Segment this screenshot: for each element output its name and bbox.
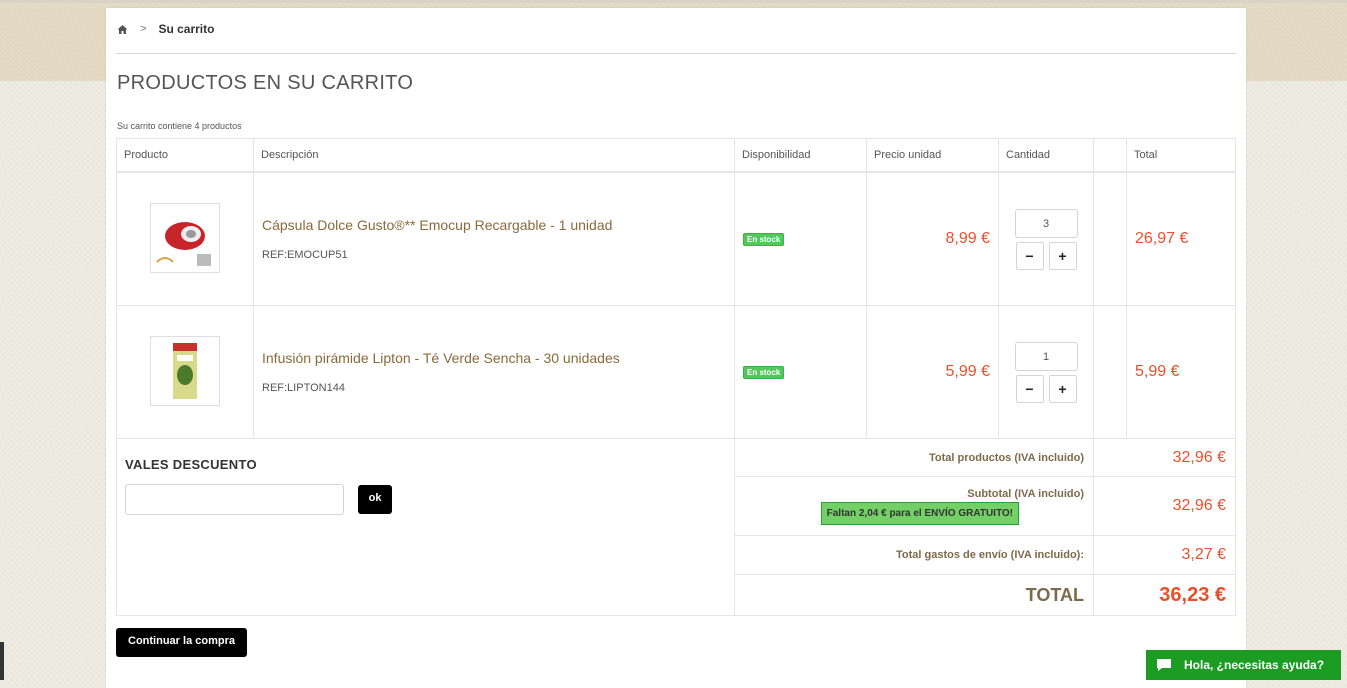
subtotal-value: 32,96 € — [1093, 476, 1236, 536]
product-image-lipton[interactable] — [150, 336, 220, 406]
subtotal-label: Subtotal (IVA incluido) — [967, 487, 1084, 500]
column-header-product: Producto — [116, 138, 254, 173]
quantity-decrease-button[interactable]: − — [1015, 241, 1044, 270]
breadcrumb: > Su carrito — [117, 22, 214, 36]
summary-row-products: VALES DESCUENTO ok Total productos (IVA … — [116, 438, 1236, 616]
vouchers-block: VALES DESCUENTO ok — [116, 438, 735, 616]
delete-cell — [1093, 305, 1127, 439]
stock-badge: En stock — [743, 366, 785, 379]
grand-total-value-cell: 36,23 € — [1093, 574, 1236, 616]
unit-price: 5,99 € — [945, 363, 990, 380]
shipping-value: 3,27 € — [1093, 535, 1236, 575]
chat-label: Hola, ¿necesitas ayuda? — [1184, 658, 1325, 672]
chat-bubble-icon — [1156, 658, 1172, 672]
free-shipping-notice: Faltan 2,04 € para el ENVÍO GRATUITO! — [820, 501, 1019, 525]
availability-cell: En stock — [734, 171, 867, 306]
quantity-input[interactable]: 1 — [1014, 341, 1078, 371]
vouchers-title: VALES DESCUENTO — [125, 457, 257, 472]
quantity-decrease-button[interactable]: − — [1015, 374, 1044, 403]
total-products-label: Total productos (IVA incluido) — [734, 438, 1094, 477]
unit-price-cell: 8,99 € — [866, 171, 999, 306]
product-description-cell: Cápsula Dolce Gusto®** Emocup Recargable… — [253, 171, 735, 306]
product-image-emocup[interactable] — [150, 203, 220, 273]
product-ref: REF:EMOCUP51 — [262, 249, 348, 261]
cart-table: Producto Descripción Disponibilidad Prec… — [116, 138, 1236, 616]
grand-total-value: 36,23 € — [1159, 583, 1226, 606]
left-edge-tab[interactable] — [0, 642, 4, 680]
page-title: PRODUCTOS EN SU CARRITO — [117, 72, 414, 94]
column-header-total: Total — [1126, 138, 1236, 173]
column-header-quantity: Cantidad — [998, 138, 1094, 173]
breadcrumb-divider — [116, 53, 1236, 54]
line-total-cell: 5,99 € — [1126, 305, 1236, 439]
voucher-code-input[interactable] — [125, 484, 344, 515]
line-total: 26,97 € — [1135, 230, 1189, 247]
grand-total-label-cell: TOTAL — [734, 574, 1094, 616]
quantity-stepper: − + — [1000, 241, 1092, 270]
availability-cell: En stock — [734, 305, 867, 439]
line-total-cell: 26,97 € — [1126, 171, 1236, 306]
stock-badge: En stock — [743, 233, 785, 246]
unit-price-cell: 5,99 € — [866, 305, 999, 439]
column-header-description: Descripción — [253, 138, 735, 173]
subtotal-cell: Subtotal (IVA incluido) Faltan 2,04 € pa… — [734, 476, 1094, 536]
delete-cell — [1093, 171, 1127, 306]
chat-widget[interactable]: Hola, ¿necesitas ayuda? — [1146, 650, 1341, 680]
home-icon[interactable] — [117, 24, 128, 35]
cart-summary: Su carrito contiene 4 productos — [117, 121, 242, 131]
quantity-increase-button[interactable]: + — [1048, 374, 1077, 403]
table-row: Infusión pirámide Lipton - Té Verde Senc… — [116, 305, 1236, 439]
grand-total-label: TOTAL — [1025, 584, 1084, 605]
quantity-input[interactable]: 3 — [1014, 208, 1078, 238]
continue-shopping-button[interactable]: Continuar la compra — [116, 628, 247, 657]
column-header-delete — [1093, 138, 1127, 173]
quantity-stepper: − + — [1000, 374, 1092, 403]
total-products-value: 32,96 € — [1093, 438, 1236, 477]
product-ref: REF:LIPTON144 — [262, 382, 345, 394]
quantity-increase-button[interactable]: + — [1048, 241, 1077, 270]
table-row: Cápsula Dolce Gusto®** Emocup Recargable… — [116, 171, 1236, 306]
breadcrumb-current: Su carrito — [158, 22, 215, 36]
product-image-cell — [116, 171, 254, 306]
table-header-row: Producto Descripción Disponibilidad Prec… — [116, 138, 1236, 173]
column-header-availability: Disponibilidad — [734, 138, 867, 173]
quantity-cell: 1 − + — [998, 305, 1094, 439]
line-total: 5,99 € — [1135, 363, 1180, 380]
product-name-link[interactable]: Cápsula Dolce Gusto®** Emocup Recargable… — [262, 217, 726, 233]
breadcrumb-separator: > — [140, 23, 147, 35]
product-image-cell — [116, 305, 254, 439]
product-name-link[interactable]: Infusión pirámide Lipton - Té Verde Senc… — [262, 350, 726, 366]
cart-page: > Su carrito PRODUCTOS EN SU CARRITO Su … — [106, 8, 1246, 688]
column-header-unit-price: Precio unidad — [866, 138, 999, 173]
voucher-ok-button[interactable]: ok — [358, 485, 393, 514]
quantity-cell: 3 − + — [998, 171, 1094, 306]
unit-price: 8,99 € — [945, 230, 990, 247]
shipping-label: Total gastos de envío (IVA incluido): — [734, 535, 1094, 575]
product-description-cell: Infusión pirámide Lipton - Té Verde Senc… — [253, 305, 735, 439]
